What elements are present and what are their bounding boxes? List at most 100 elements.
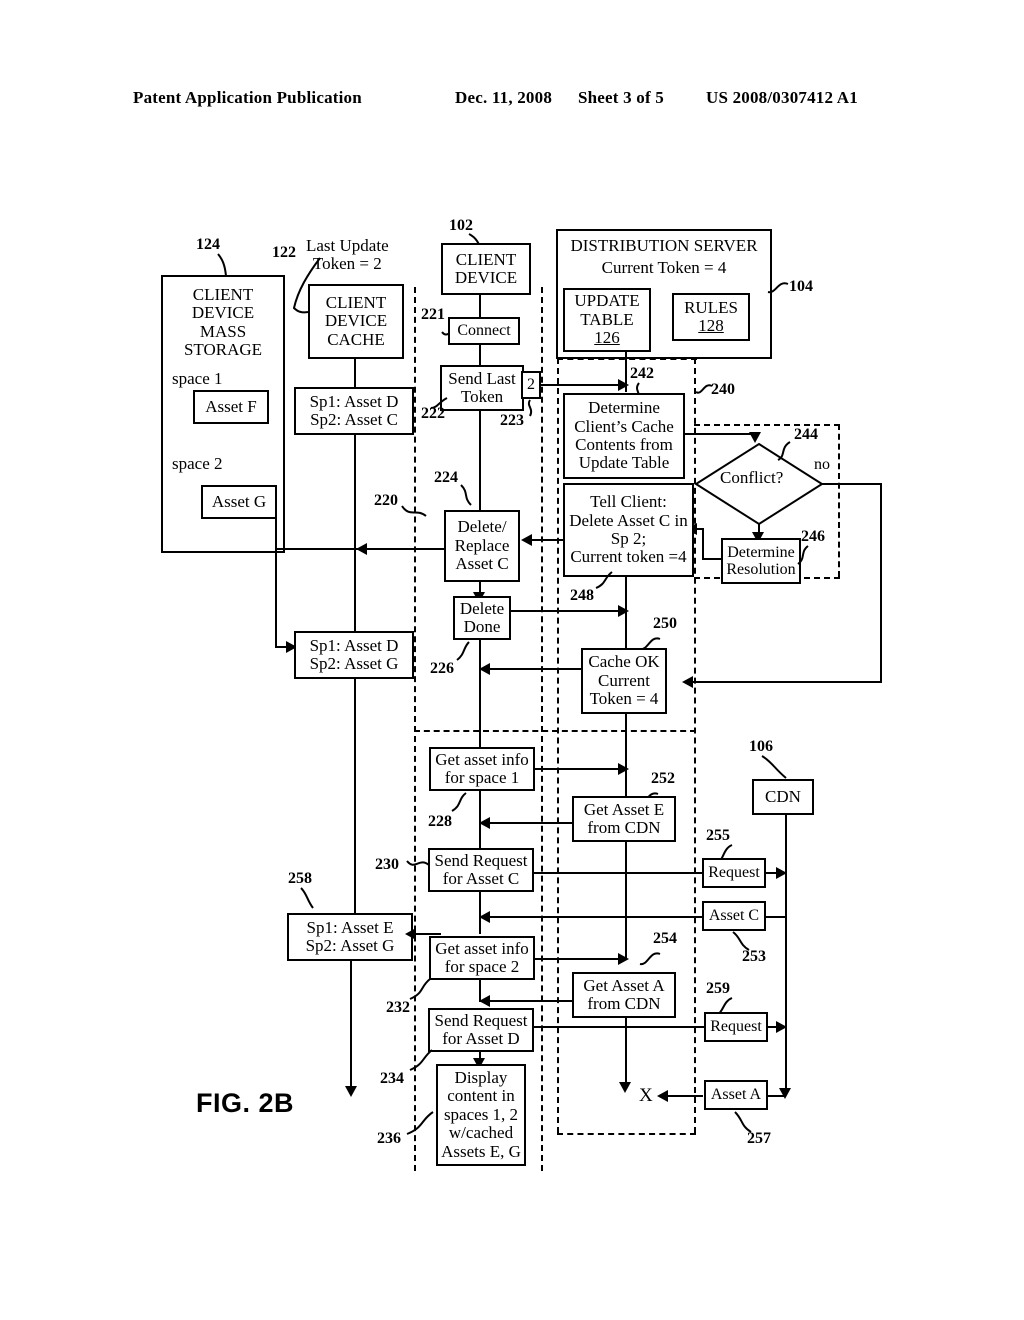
line-updatetable-to-determine bbox=[625, 352, 627, 392]
leader-258 bbox=[300, 887, 314, 909]
leader-228 bbox=[451, 792, 467, 812]
cdn-asset-a: Asset A bbox=[704, 1080, 768, 1110]
cache-title-3: CACHE bbox=[327, 329, 385, 349]
token-badge-value: 2 bbox=[527, 376, 535, 393]
step-send-req-d-2: for Asset D bbox=[442, 1029, 520, 1048]
group-240-upper bbox=[694, 424, 840, 426]
cdn-asset-c: Asset C bbox=[702, 901, 766, 931]
step-tell-client: Tell Client: Delete Asset C in Sp 2; Cur… bbox=[563, 483, 694, 577]
group-240-right bbox=[838, 424, 840, 577]
step-get-asset-a-from-cdn: Get Asset A from CDN bbox=[572, 972, 676, 1018]
cdn-box: CDN bbox=[752, 779, 814, 815]
leader-223 bbox=[527, 399, 533, 417]
step-send-last-token-2: Token bbox=[460, 387, 504, 406]
get-asset-e-2: from CDN bbox=[587, 818, 661, 837]
step-get-asset-info-space1: Get asset info for space 1 bbox=[429, 747, 535, 791]
determine-cache-3: Contents from bbox=[575, 435, 673, 454]
step-send-req-c-2: for Asset C bbox=[442, 869, 520, 888]
get-asset-a-1: Get Asset A bbox=[583, 975, 665, 995]
line-cdn-to-assetc bbox=[766, 916, 786, 918]
cdn-request-1: Request bbox=[702, 858, 766, 888]
line-cache-timeline-1 bbox=[354, 435, 356, 631]
line-resolution-up bbox=[702, 528, 704, 560]
mass-storage-title-1: CLIENT bbox=[192, 285, 254, 304]
cache-ok-3: Token = 4 bbox=[589, 689, 659, 709]
arrow-assetc-to-client bbox=[479, 911, 490, 923]
client-device: CLIENT DEVICE bbox=[441, 243, 531, 295]
leader-248 bbox=[595, 571, 613, 589]
cdn-label: CDN bbox=[765, 786, 801, 806]
line-cache-timeline-2 bbox=[354, 679, 356, 913]
step-display-2: content in bbox=[447, 1086, 515, 1106]
step-display-5: Assets E, G bbox=[441, 1141, 521, 1161]
cdn-asset-c-label: Asset C bbox=[708, 907, 760, 925]
header-date: Dec. 11, 2008 bbox=[455, 88, 553, 107]
leader-236 bbox=[406, 1111, 434, 1135]
arrow-getinfo1-to-server bbox=[618, 763, 629, 775]
ref-220: 220 bbox=[374, 492, 398, 509]
step-delete-replace-3: Asset C bbox=[455, 554, 509, 574]
tell-client-1: Tell Client: bbox=[590, 492, 667, 512]
header-sheet: Sheet 3 of 5 bbox=[578, 88, 664, 107]
space-2-label: space 2 bbox=[172, 454, 223, 473]
leader-246 bbox=[797, 545, 809, 565]
step-get-asset-e-from-cdn: Get Asset E from CDN bbox=[572, 796, 676, 842]
step-delete-done-1: Delete bbox=[459, 598, 505, 618]
line-token-to-server bbox=[541, 384, 624, 386]
rules-box: RULES 128 bbox=[672, 293, 750, 341]
step-send-request-asset-d: Send Request for Asset D bbox=[428, 1008, 534, 1052]
header-publication-title: Patent Application Publication bbox=[133, 88, 362, 107]
asset-f-box: Asset F bbox=[193, 390, 269, 424]
leader-254 bbox=[639, 952, 661, 966]
mass-storage-title-3: MASS bbox=[199, 321, 247, 341]
arrow-to-cache-final bbox=[405, 928, 416, 940]
token-badge: 2 bbox=[521, 371, 541, 399]
line-cache-to-state1 bbox=[354, 359, 356, 387]
cdn-request-2: Request bbox=[704, 1012, 768, 1042]
cache-state-final-1: Sp1: Asset E bbox=[306, 917, 394, 937]
line-getinfo1-to-server bbox=[535, 768, 626, 770]
line-server-timeline-4 bbox=[625, 1018, 627, 1086]
line-resolution-out bbox=[702, 558, 722, 560]
step-get-info-s2-2: for space 2 bbox=[444, 957, 520, 976]
leader-257 bbox=[734, 1111, 752, 1133]
step-get-info-s1-2: for space 1 bbox=[444, 768, 520, 787]
arrow-request1-to-cdn bbox=[776, 867, 787, 879]
client-device-title-1: CLIENT bbox=[455, 249, 517, 269]
step-display-3: spaces 1, 2 bbox=[443, 1104, 519, 1124]
update-table-1: UPDATE bbox=[574, 291, 640, 311]
leader-220 bbox=[401, 505, 427, 517]
cache-state-final-2: Sp2: Asset G bbox=[305, 936, 395, 955]
determine-resolution-2: Resolution bbox=[726, 561, 796, 578]
arrow-getinfo2-to-server bbox=[618, 953, 629, 965]
leader-232 bbox=[409, 978, 431, 1000]
distribution-server-title: DISTRIBUTION SERVER bbox=[570, 236, 758, 255]
step-determine-cache-contents: Determine Client’s Cache Contents from U… bbox=[563, 393, 685, 479]
step-send-last-token-1: Send Last bbox=[448, 368, 516, 388]
cache-ok-1: Cache OK bbox=[588, 652, 660, 672]
step-delete-done-2: Done bbox=[463, 617, 501, 636]
determine-cache-1: Determine bbox=[588, 398, 660, 418]
cache-ok-2: Current bbox=[598, 670, 650, 690]
update-table: UPDATE TABLE 126 bbox=[563, 288, 651, 352]
step-send-request-asset-c: Send Request for Asset C bbox=[428, 848, 534, 892]
cache-state-after-delete-2: Sp2: Asset G bbox=[309, 654, 399, 673]
server-terminator-x: X bbox=[639, 1085, 653, 1106]
client-device-cache: CLIENT DEVICE CACHE bbox=[308, 284, 404, 359]
line-server-timeline-3 bbox=[625, 842, 627, 958]
ref-224: 224 bbox=[434, 469, 458, 486]
decision-conflict-no-label: no bbox=[814, 456, 830, 473]
line-cache-timeline-3 bbox=[350, 961, 352, 1089]
step-get-asset-info-space2: Get asset info for space 2 bbox=[429, 936, 535, 980]
leader-224 bbox=[460, 484, 472, 506]
cache-state-final: Sp1: Asset E Sp2: Asset G bbox=[287, 913, 413, 961]
space-1-label: space 1 bbox=[172, 369, 223, 388]
leader-253 bbox=[732, 931, 750, 951]
arrow-no-to-cacheok bbox=[682, 676, 693, 688]
line-server-timeline-2 bbox=[625, 714, 627, 796]
cache-annotation-2: Token = 2 bbox=[312, 254, 382, 274]
step-get-info-s2-1: Get asset info bbox=[435, 938, 529, 958]
line-client-timeline-1 bbox=[479, 640, 481, 755]
line-reqd-to-cdn bbox=[534, 1026, 704, 1028]
line-to-cache-final bbox=[413, 933, 441, 935]
